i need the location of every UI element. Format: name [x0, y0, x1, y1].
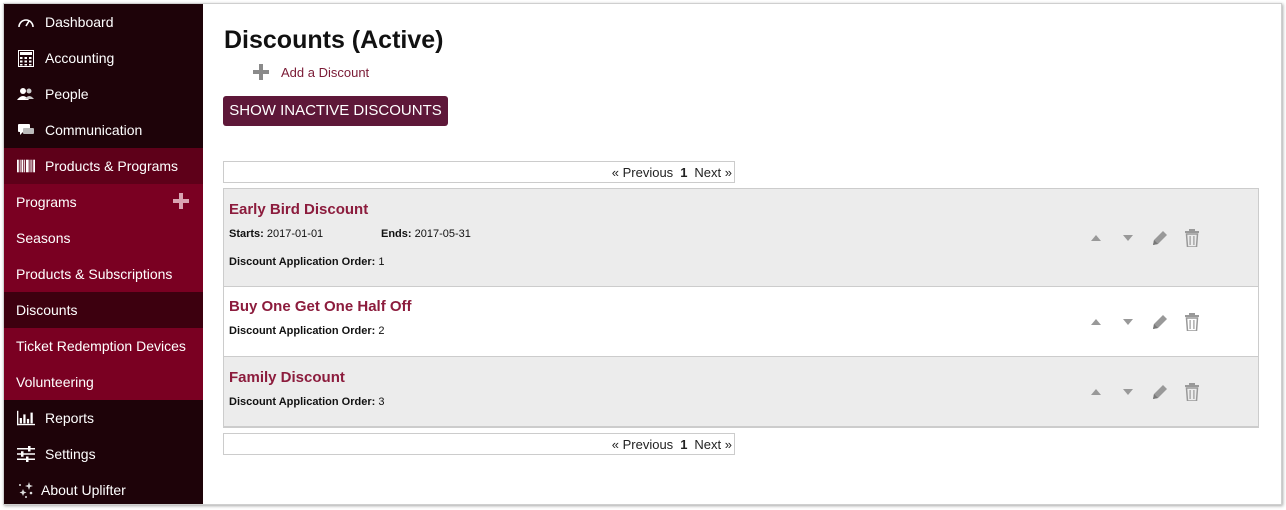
- sidebar-item-products-subscriptions[interactable]: Products & Subscriptions: [4, 256, 203, 292]
- delete-trash-icon[interactable]: [1182, 312, 1202, 332]
- discount-row: Early Bird Discount Starts: 2017-01-01 E…: [224, 189, 1258, 287]
- sidebar-item-label: People: [45, 86, 89, 102]
- move-up-icon[interactable]: [1086, 382, 1106, 402]
- sidebar-item-seasons[interactable]: Seasons: [4, 220, 203, 256]
- discount-list: Early Bird Discount Starts: 2017-01-01 E…: [223, 188, 1259, 428]
- sidebar-item-discounts[interactable]: Discounts: [4, 292, 203, 328]
- sidebar-item-label: Accounting: [45, 50, 115, 66]
- current-page[interactable]: 1: [680, 437, 687, 452]
- delete-trash-icon[interactable]: [1182, 382, 1202, 402]
- discount-row: Family Discount Discount Application Ord…: [224, 357, 1258, 426]
- pagination-top: « Previous 1 Next »: [223, 161, 735, 183]
- next-link[interactable]: Next »: [694, 165, 732, 180]
- sidebar-item-reports[interactable]: Reports: [4, 400, 203, 436]
- app-window: Dashboard Accounting People Communicatio…: [3, 3, 1282, 505]
- discount-order: Discount Application Order: 1: [229, 256, 385, 268]
- next-link[interactable]: Next »: [694, 437, 732, 452]
- row-actions: [1086, 312, 1202, 332]
- sidebar-item-about-uplifter[interactable]: About Uplifter: [4, 472, 203, 504]
- sidebar-item-label: Reports: [45, 410, 95, 426]
- discount-ends: Ends: 2017-05-31: [381, 228, 471, 240]
- show-inactive-discounts-button[interactable]: SHOW INACTIVE DISCOUNTS: [223, 96, 448, 126]
- sidebar-item-communication[interactable]: Communication: [4, 112, 203, 148]
- edit-pencil-icon[interactable]: [1150, 228, 1170, 248]
- sidebar-item-ticket-redemption-devices[interactable]: Ticket Redemption Devices: [4, 328, 203, 364]
- discount-row: Buy One Get One Half Off Discount Applic…: [224, 287, 1258, 357]
- sidebar-item-settings[interactable]: Settings: [4, 436, 203, 472]
- sidebar-item-programs[interactable]: Programs: [4, 184, 203, 220]
- stars-icon: [17, 481, 35, 499]
- sidebar-item-label: Volunteering: [16, 374, 94, 390]
- add-discount-label: Add a Discount: [281, 64, 370, 80]
- move-down-icon[interactable]: [1118, 228, 1138, 248]
- sidebar-item-products-programs[interactable]: Products & Programs: [4, 148, 203, 184]
- sidebar-item-dashboard[interactable]: Dashboard: [4, 4, 203, 39]
- page-title: Discounts (Active): [224, 26, 444, 54]
- previous-link[interactable]: « Previous: [612, 165, 673, 180]
- move-up-icon[interactable]: [1086, 312, 1106, 332]
- sidebar: Dashboard Accounting People Communicatio…: [4, 4, 203, 504]
- sidebar-item-label: Products & Subscriptions: [16, 266, 173, 282]
- row-actions: [1086, 382, 1202, 402]
- sliders-icon: [17, 445, 35, 463]
- move-up-icon[interactable]: [1086, 228, 1106, 248]
- sidebar-item-label: Communication: [45, 122, 143, 138]
- barcode-icon: [17, 157, 35, 175]
- discount-name[interactable]: Buy One Get One Half Off: [229, 298, 412, 315]
- discount-order: Discount Application Order: 3: [229, 396, 385, 408]
- pagination-bottom: « Previous 1 Next »: [223, 433, 735, 455]
- sidebar-item-volunteering[interactable]: Volunteering: [4, 364, 203, 400]
- delete-trash-icon[interactable]: [1182, 228, 1202, 248]
- edit-pencil-icon[interactable]: [1150, 312, 1170, 332]
- sidebar-item-label: Settings: [45, 446, 96, 462]
- sidebar-item-accounting[interactable]: Accounting: [4, 40, 203, 76]
- sidebar-item-label: Seasons: [16, 230, 71, 246]
- discount-starts: Starts: 2017-01-01: [229, 228, 324, 240]
- edit-pencil-icon[interactable]: [1150, 382, 1170, 402]
- discount-name[interactable]: Family Discount: [229, 369, 345, 386]
- discount-order: Discount Application Order: 2: [229, 325, 385, 337]
- main-content: Discounts (Active) Add a Discount SHOW I…: [203, 4, 1281, 504]
- previous-link[interactable]: « Previous: [612, 437, 673, 452]
- sidebar-item-label: Ticket Redemption Devices: [16, 338, 186, 354]
- calculator-icon: [17, 49, 35, 67]
- move-down-icon[interactable]: [1118, 382, 1138, 402]
- row-actions: [1086, 228, 1202, 248]
- sidebar-item-label: Products & Programs: [45, 158, 179, 174]
- add-discount-link[interactable]: Add a Discount: [253, 64, 369, 80]
- sidebar-item-label: Discounts: [16, 302, 78, 318]
- sidebar-item-people[interactable]: People: [4, 76, 203, 112]
- discount-name[interactable]: Early Bird Discount: [229, 201, 368, 218]
- plus-icon: [253, 64, 269, 80]
- chat-icon: [17, 121, 35, 139]
- people-icon: [17, 85, 35, 103]
- move-down-icon[interactable]: [1118, 312, 1138, 332]
- dashboard-icon: [17, 13, 35, 31]
- current-page[interactable]: 1: [680, 165, 687, 180]
- sidebar-item-label: About Uplifter: [41, 482, 126, 498]
- sidebar-item-label: Programs: [16, 194, 77, 210]
- sidebar-item-label: Dashboard: [45, 13, 114, 30]
- bar-chart-icon: [17, 409, 35, 427]
- add-program-icon[interactable]: [173, 193, 189, 209]
